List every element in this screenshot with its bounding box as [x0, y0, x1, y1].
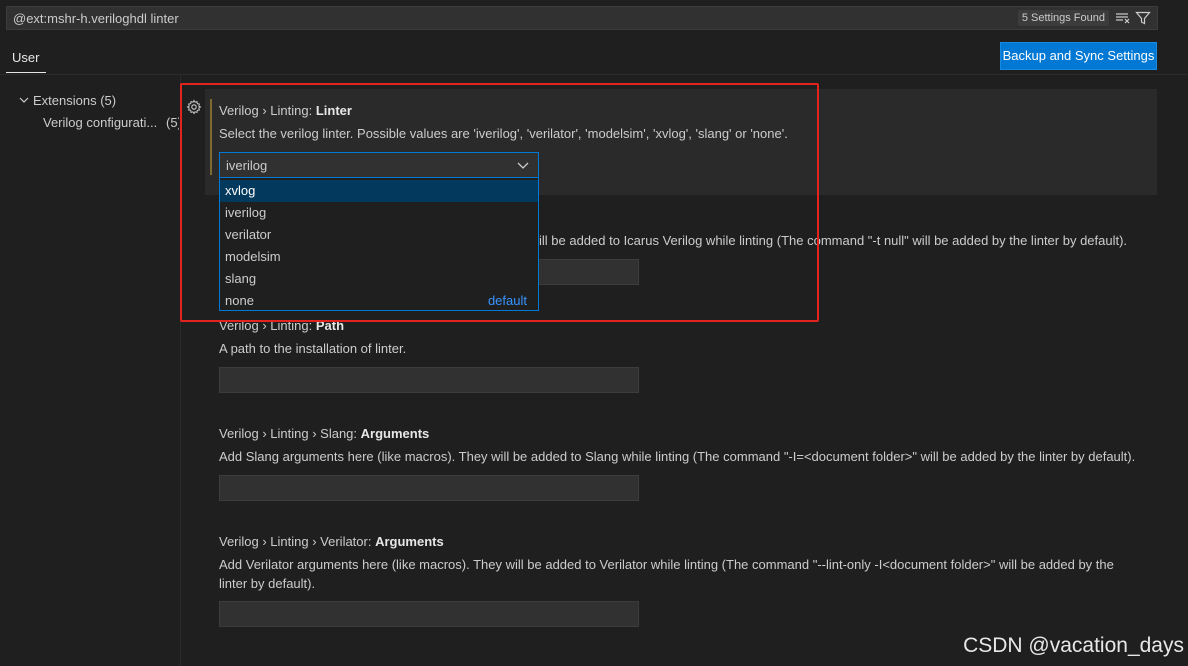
settings-search-box[interactable]: @ext:mshr-h.veriloghdl linter 5 Settings…	[6, 6, 1158, 30]
tabs-divider	[0, 74, 1188, 75]
backup-sync-button[interactable]: Backup and Sync Settings	[1000, 42, 1157, 70]
tab-user[interactable]: User	[12, 50, 39, 65]
slang-arguments-input[interactable]	[219, 475, 639, 501]
setting-description-verilator-arguments-line1: Add Verilator arguments here (like macro…	[219, 557, 1114, 572]
highlight-annotation-box	[180, 83, 819, 322]
tree-item-label: Verilog configurati...	[43, 115, 158, 130]
setting-title-slang-arguments: Verilog › Linting › Slang: Arguments	[219, 426, 430, 441]
results-count-badge: 5 Settings Found	[1017, 10, 1109, 26]
clear-filter-icon[interactable]	[1115, 10, 1131, 26]
tab-active-indicator	[6, 72, 46, 73]
chevron-down-icon	[19, 97, 29, 103]
setting-description-verilator-arguments-line2: linter by default).	[219, 576, 316, 591]
tree-item-count: (5)	[166, 115, 179, 130]
tree-item-verilog-configuration[interactable]: Verilog configurati... (5)	[43, 115, 179, 130]
setting-title-verilator-arguments: Verilog › Linting › Verilator: Arguments	[219, 534, 444, 549]
search-query[interactable]: @ext:mshr-h.veriloghdl linter	[13, 11, 179, 26]
tree-item-extensions-label: Extensions (5)	[33, 93, 117, 108]
filter-icon[interactable]	[1135, 10, 1151, 26]
watermark: CSDN @vacation_days	[963, 634, 1184, 657]
tree-item-extensions[interactable]: Extensions (5)	[18, 93, 116, 108]
verilator-arguments-input[interactable]	[219, 601, 639, 627]
setting-description-path: A path to the installation of linter.	[219, 341, 407, 356]
setting-description-slang-arguments: Add Slang arguments here (like macros). …	[219, 449, 1136, 464]
path-input[interactable]	[219, 367, 639, 393]
